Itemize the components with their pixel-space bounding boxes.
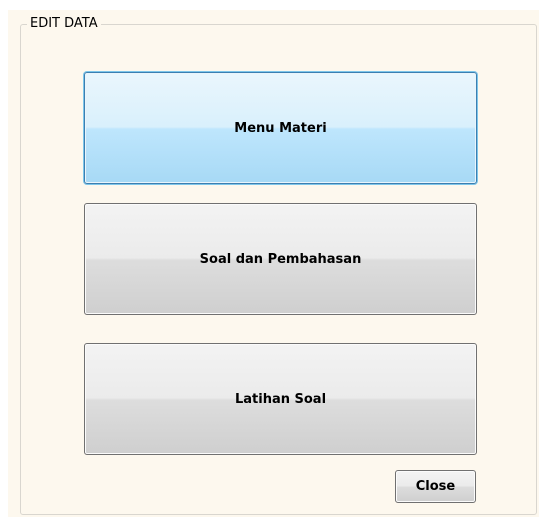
- menu-materi-button[interactable]: Menu Materi: [84, 72, 477, 184]
- soal-dan-pembahasan-button[interactable]: Soal dan Pembahasan: [84, 203, 477, 315]
- groupbox-title: EDIT DATA: [27, 15, 101, 33]
- latihan-soal-label: Latihan Soal: [234, 391, 327, 407]
- close-button[interactable]: Close: [395, 470, 476, 503]
- close-button-label: Close: [415, 479, 456, 494]
- soal-dan-pembahasan-label: Soal dan Pembahasan: [199, 251, 362, 267]
- menu-materi-label: Menu Materi: [234, 120, 327, 136]
- latihan-soal-button[interactable]: Latihan Soal: [84, 343, 477, 455]
